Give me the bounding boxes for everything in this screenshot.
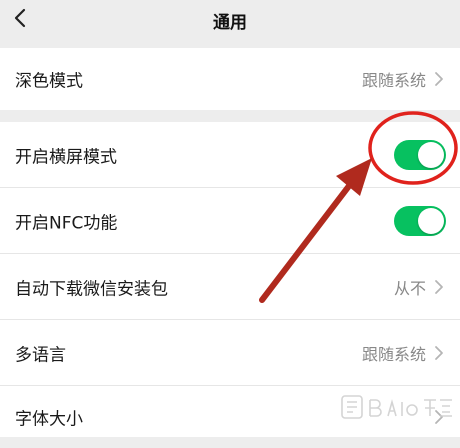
toggle-knob — [418, 207, 444, 234]
language-value: 跟随系统 — [361, 344, 426, 364]
dark-mode-value: 跟随系统 — [361, 71, 426, 90]
auto-download-label: 自动下载微信安装包 — [15, 279, 168, 299]
language-label: 多语言 — [15, 345, 66, 365]
toggle-knob — [418, 141, 444, 168]
chevron-right-icon — [435, 72, 443, 86]
auto-download-row[interactable]: 自动下载微信安装包 从不 — [0, 254, 460, 320]
navigation-bar: 通用 — [0, 0, 460, 44]
landscape-mode-row: 开启横屏模式 — [0, 122, 460, 188]
dark-mode-row[interactable]: 深色模式 跟随系统 — [0, 48, 460, 110]
chevron-right-icon — [435, 279, 443, 294]
landscape-mode-label: 开启横屏模式 — [15, 147, 117, 167]
baidu-watermark-logo — [341, 395, 452, 419]
nfc-toggle[interactable] — [394, 205, 446, 236]
font-size-label: 字体大小 — [15, 409, 83, 430]
language-row[interactable]: 多语言 跟随系统 — [0, 320, 460, 386]
landscape-mode-toggle[interactable] — [394, 139, 446, 170]
page-title: 通用 — [213, 13, 247, 33]
nfc-row: 开启NFC功能 — [0, 188, 460, 254]
dark-mode-label: 深色模式 — [15, 71, 83, 92]
settings-group-display: 深色模式 跟随系统 — [0, 48, 460, 110]
nfc-label: 开启NFC功能 — [15, 213, 118, 233]
auto-download-value: 从不 — [393, 278, 426, 298]
chevron-right-icon — [435, 345, 443, 360]
